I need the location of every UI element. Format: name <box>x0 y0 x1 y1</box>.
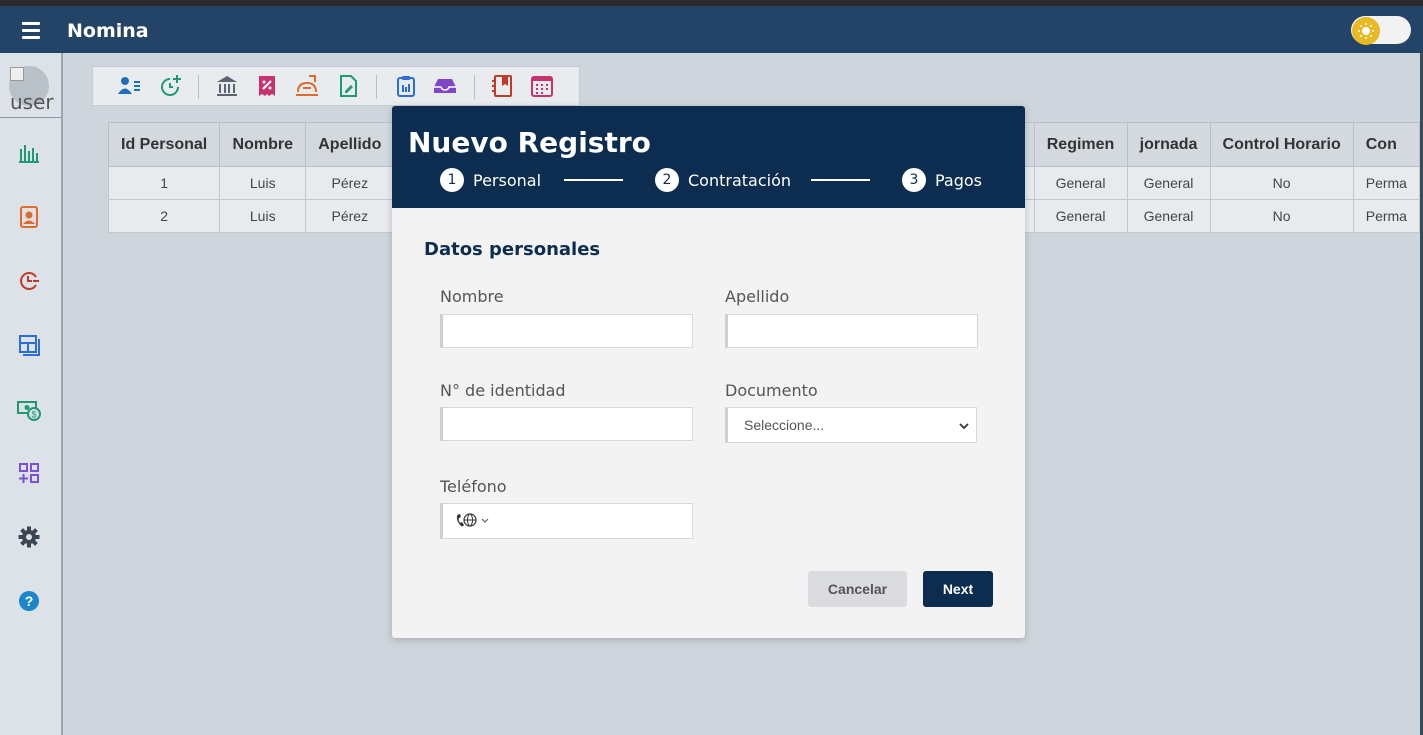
column-header[interactable]: Id Personal <box>108 122 221 167</box>
toolbar <box>92 66 580 106</box>
calendar-icon[interactable] <box>530 74 554 98</box>
identidad-label: N° de identidad <box>440 381 566 400</box>
sun-icon <box>1352 17 1380 45</box>
chart-bar-icon[interactable] <box>17 141 41 165</box>
telefono-input[interactable] <box>440 503 693 539</box>
documento-selected-value: Seleccione... <box>744 417 825 433</box>
toolbar-divider <box>376 75 377 99</box>
step-label: Contratación <box>688 170 792 190</box>
bell-service-icon[interactable] <box>295 74 319 98</box>
step-label: Pagos <box>935 170 983 190</box>
table-cell: Perma <box>1352 166 1420 200</box>
modal-header: Nuevo Registro 1 Personal 2 Contratación… <box>392 106 1025 208</box>
column-header[interactable]: Con <box>1352 122 1420 167</box>
theme-toggle[interactable] <box>1351 16 1411 45</box>
inbox-icon[interactable] <box>433 74 457 98</box>
table-cell: Perma <box>1352 199 1420 233</box>
step-personal[interactable]: 1 Personal <box>440 168 541 192</box>
money-clock-icon[interactable]: $ <box>17 397 41 421</box>
hamburger-menu-icon[interactable] <box>22 22 44 40</box>
column-header[interactable]: Apellido <box>305 122 395 167</box>
document-edit-icon[interactable] <box>336 74 360 98</box>
cancel-button[interactable]: Cancelar <box>808 571 907 607</box>
chevron-down-icon <box>959 423 969 430</box>
apps-add-icon[interactable] <box>17 461 41 485</box>
clock-add-icon[interactable] <box>158 74 182 98</box>
table-cell: General <box>1126 166 1211 200</box>
step-number: 2 <box>655 168 679 192</box>
toolbar-divider <box>474 75 475 99</box>
table-cell: 1 <box>108 166 221 200</box>
toolbar-divider <box>198 75 199 99</box>
step-number: 1 <box>440 168 464 192</box>
apellido-input[interactable] <box>725 314 978 348</box>
svg-text:$: $ <box>31 410 36 420</box>
step-connector <box>564 179 623 181</box>
clipboard-icon[interactable] <box>394 74 418 98</box>
step-contratacion[interactable]: 2 Contratación <box>655 168 791 192</box>
telefono-label: Teléfono <box>440 477 507 496</box>
bookmark-book-icon[interactable] <box>491 74 515 98</box>
table-cell: Pérez <box>305 199 395 233</box>
column-header[interactable]: jornada <box>1126 122 1211 167</box>
country-select[interactable] <box>455 513 489 529</box>
modal-title: Nuevo Registro <box>408 126 651 159</box>
sidebar-divider <box>0 117 61 118</box>
table-cell: No <box>1209 166 1354 200</box>
phone-globe-icon <box>456 513 477 527</box>
clock-minus-icon[interactable] <box>17 269 41 293</box>
discount-tag-icon[interactable] <box>255 74 279 98</box>
app-title: Nomina <box>67 20 149 42</box>
apellido-label: Apellido <box>725 287 790 306</box>
person-card-icon[interactable] <box>17 205 41 229</box>
avatar-alt-text: user <box>10 90 54 114</box>
table-cell: General <box>1033 166 1128 200</box>
app-header: Nomina <box>0 6 1423 53</box>
broken-image-icon <box>10 67 24 81</box>
table-cell: No <box>1209 199 1354 233</box>
nombre-input[interactable] <box>440 314 693 348</box>
table-cell: 2 <box>108 199 221 233</box>
layout-icon[interactable] <box>17 333 41 357</box>
new-record-modal: Nuevo Registro 1 Personal 2 Contratación… <box>392 106 1025 638</box>
step-connector <box>811 179 870 181</box>
help-icon[interactable]: ? <box>17 589 41 613</box>
table-cell: Pérez <box>305 166 395 200</box>
table-cell: Luis <box>219 199 307 233</box>
table-cell: General <box>1126 199 1211 233</box>
documento-label: Documento <box>725 381 818 400</box>
gear-icon[interactable] <box>17 525 41 549</box>
step-number: 3 <box>902 168 926 192</box>
column-header[interactable]: Regimen <box>1033 122 1128 167</box>
column-header[interactable]: Nombre <box>219 122 307 167</box>
column-header[interactable]: Control Horario <box>1209 122 1354 167</box>
chevron-down-icon <box>481 518 489 523</box>
next-button[interactable]: Next <box>923 571 993 607</box>
user-list-icon[interactable] <box>117 74 141 98</box>
svg-text:?: ? <box>25 593 34 609</box>
identidad-input[interactable] <box>440 407 693 441</box>
table-cell: Luis <box>219 166 307 200</box>
nombre-label: Nombre <box>440 287 504 306</box>
section-title: Datos personales <box>424 239 601 260</box>
bank-icon[interactable] <box>215 74 239 98</box>
sidebar: user $ ? <box>0 53 63 735</box>
step-pagos[interactable]: 3 Pagos <box>902 168 982 192</box>
documento-select[interactable]: Seleccione... <box>725 407 977 443</box>
step-label: Personal <box>473 170 542 190</box>
table-cell: General <box>1033 199 1128 233</box>
